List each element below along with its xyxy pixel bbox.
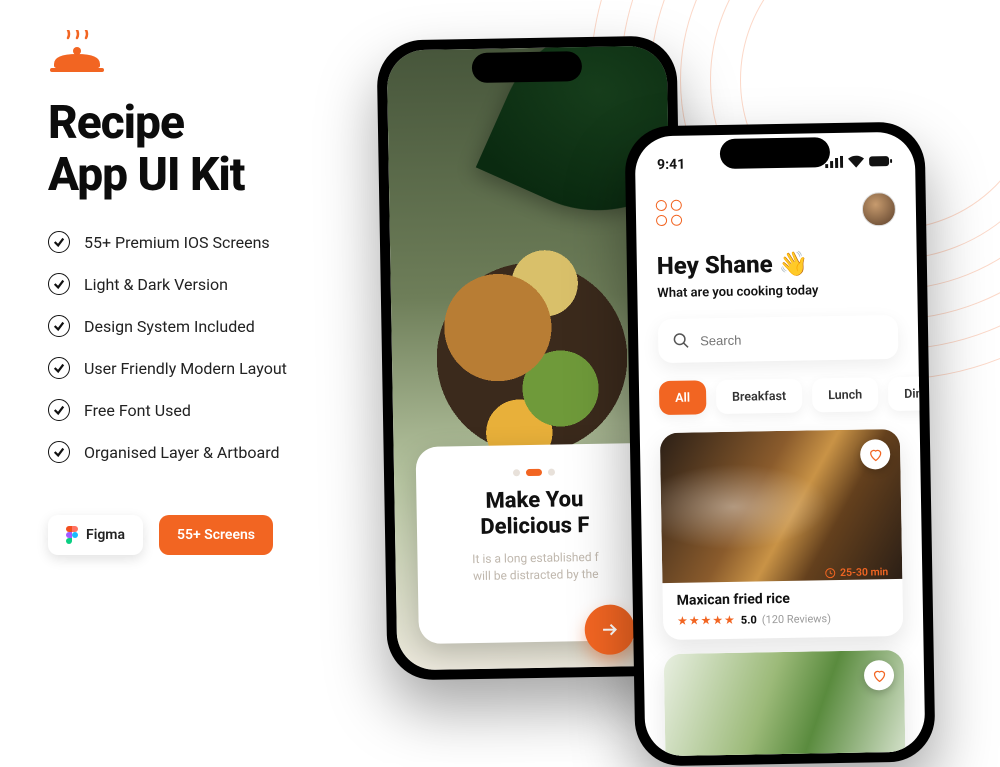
cellular-icon [825, 156, 843, 168]
category-tab-dinner[interactable]: Dinner [888, 376, 926, 411]
avatar[interactable] [862, 192, 897, 227]
wave-emoji: 👋 [778, 249, 808, 278]
feature-item: Design System Included [48, 315, 388, 337]
recipe-card[interactable] [664, 650, 907, 757]
onboarding-card: Make You Delicious F It is a long establ… [416, 443, 655, 644]
favorite-button[interactable] [860, 439, 891, 470]
phone-notch [472, 51, 583, 83]
category-tab-lunch[interactable]: Lunch [812, 377, 879, 412]
recipe-image [664, 650, 907, 757]
heart-icon [868, 447, 883, 462]
feature-label: Design System Included [84, 317, 255, 336]
status-bar: 9:41 [635, 146, 915, 181]
figma-icon [66, 526, 78, 544]
feature-label: Organised Layer & Artboard [84, 443, 280, 462]
clock-icon [824, 567, 836, 579]
search-input[interactable] [658, 315, 899, 363]
arrow-right-icon [600, 620, 620, 640]
search-field[interactable] [700, 330, 884, 348]
recipe-name: Maxican fried rice [677, 589, 889, 609]
onboarding-title: Make You Delicious F [434, 486, 635, 542]
feature-item: Free Font Used [48, 399, 388, 421]
status-time: 9:41 [657, 157, 685, 173]
feature-label: 55+ Premium IOS Screens [84, 233, 270, 252]
greeting: Hey Shane 👋 [657, 248, 897, 280]
recipe-rating: ★★★★★ 5.0 (120 Reviews) [677, 610, 889, 628]
feature-item: User Friendly Modern Layout [48, 357, 388, 379]
brand-logo-icon [48, 30, 388, 80]
feature-item: 55+ Premium IOS Screens [48, 231, 388, 253]
check-icon [48, 399, 70, 421]
feature-list: 55+ Premium IOS Screens Light & Dark Ver… [48, 231, 388, 463]
recipe-card[interactable]: 25-30 min Maxican fried rice ★★★★★ 5.0 (… [660, 429, 904, 640]
check-icon [48, 441, 70, 463]
wifi-icon [848, 155, 864, 167]
feature-item: Light & Dark Version [48, 273, 388, 295]
category-tabs: All Breakfast Lunch Dinner [659, 377, 900, 415]
onboarding-body: It is a long established f will be distr… [435, 549, 636, 586]
battery-icon [869, 155, 893, 167]
feature-label: Light & Dark Version [84, 275, 228, 294]
cook-time: 25-30 min [824, 565, 888, 579]
category-tab-breakfast[interactable]: Breakfast [716, 379, 803, 414]
check-icon [48, 315, 70, 337]
star-icons: ★★★★★ [677, 613, 736, 628]
figma-chip-label: Figma [86, 527, 125, 543]
page-indicator[interactable] [434, 467, 634, 477]
check-icon [48, 273, 70, 295]
menu-button[interactable] [656, 200, 682, 226]
check-icon [48, 231, 70, 253]
phone-mockup-home: 9:41 Hey Shane 👋 What are you cooking to… [624, 121, 935, 766]
feature-item: Organised Layer & Artboard [48, 441, 388, 463]
greeting-subtitle: What are you cooking today [657, 282, 897, 301]
figma-chip: Figma [48, 515, 143, 555]
check-icon [48, 357, 70, 379]
favorite-button[interactable] [864, 660, 895, 691]
category-tab-all[interactable]: All [659, 380, 706, 415]
heart-icon [871, 668, 886, 683]
page-title: Recipe App UI Kit [48, 98, 388, 201]
feature-label: User Friendly Modern Layout [84, 359, 287, 378]
feature-label: Free Font Used [84, 401, 191, 420]
recipe-image [660, 429, 903, 583]
search-icon [672, 332, 690, 350]
screens-chip: 55+ Screens [159, 515, 273, 555]
screens-chip-label: 55+ Screens [177, 527, 255, 543]
